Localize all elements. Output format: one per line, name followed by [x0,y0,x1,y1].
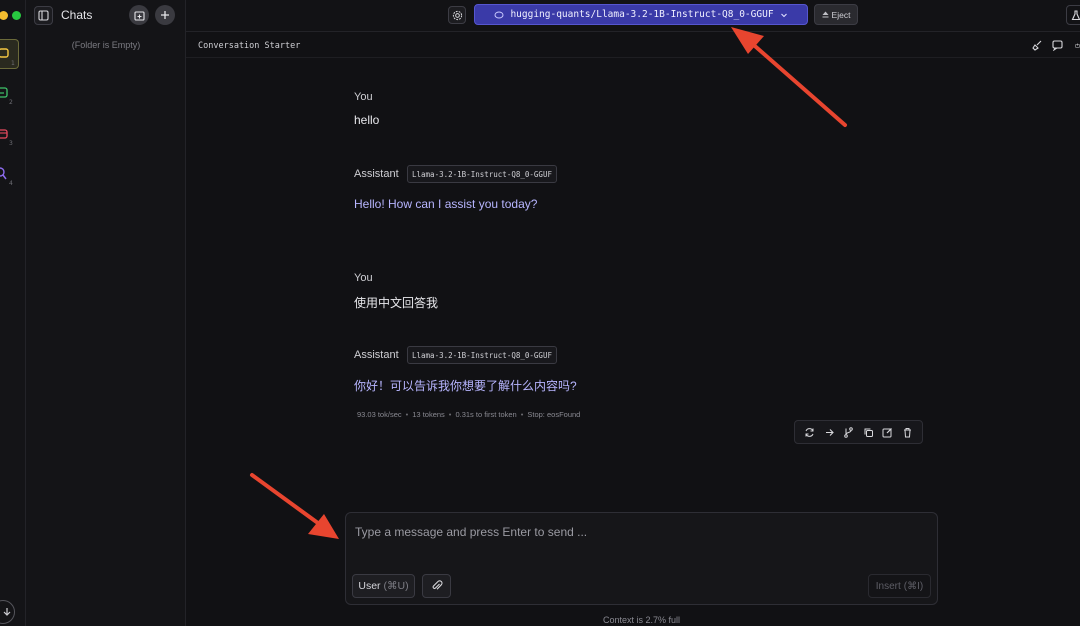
header-divider [186,57,1080,58]
clean-chat-button[interactable] [1031,39,1043,51]
message-role: Assistant [354,349,399,361]
rail-folder-button[interactable]: 3 [0,123,19,153]
assistant-message-text: Hello! How can I assist you today? [354,197,538,211]
generation-stats: 93.03 tok/sec • 13 tokens • 0.31s to fir… [357,410,580,419]
rail-chat-button[interactable]: 1 [0,39,19,69]
rail-terminal-button[interactable]: 2 [0,82,19,112]
message-role: You [354,91,373,103]
folder-empty-note: (Folder is Empty) [71,40,141,50]
message-role: You [354,272,373,284]
terminal-icon [0,87,8,98]
role-shortcut: (⌘U) [383,580,409,592]
paperclip-icon [432,580,442,590]
edit-icon [882,427,893,437]
chevron-down-icon [780,13,787,17]
download-button[interactable] [0,600,15,624]
plus-icon [161,11,169,19]
stat-separator: • [520,410,524,419]
window-zoom-button[interactable] [12,11,21,20]
delete-button[interactable] [900,425,914,439]
app-rail: 1 2 3 4 [0,0,26,626]
new-folder-button[interactable] [129,5,149,25]
broom-icon [1031,40,1041,51]
continue-button[interactable] [822,425,836,439]
regenerate-button[interactable] [803,425,817,439]
rail-number: 2 [9,99,13,106]
branch-button[interactable] [842,425,856,439]
trash-icon [903,427,911,437]
composer-arrow-annotation [250,473,339,539]
stat-separator: • [448,410,452,419]
new-chat-button[interactable] [155,5,175,25]
copy-icon [864,428,873,437]
flask-icon [1071,9,1080,20]
stat-speed: 93.03 tok/sec [357,410,402,419]
message-icon [1051,39,1063,51]
message-input[interactable]: Type a message and press Enter to send .… [355,525,587,539]
stat-tokens: 13 tokens [412,410,445,419]
model-selector-arrow-annotation [731,27,847,127]
gear-icon [452,10,462,20]
insert-shortcut: (⌘I) [903,580,924,592]
message-text: 使用中文回答我 [354,296,439,310]
context-usage: Context is 2.7% full [602,615,681,625]
insert-button[interactable]: Insert (⌘I) [868,574,931,598]
model-icon [494,11,504,18]
export-button[interactable] [1071,39,1080,51]
sidebar-title: Chats [61,8,93,22]
sidebar-icon [38,10,49,21]
message-model-tag: Llama-3.2-1B-Instruct-Q8_0-GGUF [407,346,557,364]
stat-stop-reason: Stop: eosFound [527,410,581,419]
rail-number: 4 [9,180,13,187]
role-label: User [358,580,381,592]
chat-icon [0,48,9,58]
refresh-icon [805,427,814,437]
window-minimize-button[interactable] [0,11,8,20]
branch-icon [844,426,854,438]
model-name: hugging-quants/Llama-3.2-1B-Instruct-Q8_… [510,9,774,20]
role-toggle-button[interactable]: User (⌘U) [352,574,415,598]
chats-sidebar: Chats (Folder is Empty) [26,0,186,626]
toggle-sidebar-button[interactable] [34,6,53,25]
edit-button[interactable] [881,425,895,439]
settings-button[interactable] [448,6,466,24]
chat-info-button[interactable] [1051,39,1063,51]
share-icon [1075,42,1080,48]
rail-search-button[interactable]: 4 [0,163,19,193]
download-icon [3,608,11,616]
message-composer[interactable]: Type a message and press Enter to send .… [345,512,938,605]
attach-button[interactable] [422,574,451,598]
insert-label: Insert [875,580,901,592]
arrow-right-icon [825,428,834,436]
assistant-message-text: 你好！可以告诉我你想要了解什么内容吗? [354,379,577,393]
model-selector[interactable]: hugging-quants/Llama-3.2-1B-Instruct-Q8_… [474,4,808,25]
message-actions [794,420,923,444]
experiment-button[interactable] [1066,5,1080,25]
message-model-tag: Llama-3.2-1B-Instruct-Q8_0-GGUF [407,165,557,183]
message-text: hello [354,113,380,127]
stat-first-token: 0.31s to first token [455,410,517,419]
copy-button[interactable] [861,425,875,439]
eject-icon [822,11,829,18]
folder-icon [0,129,8,139]
stat-separator: • [405,410,409,419]
eject-button[interactable]: Eject [814,4,858,25]
search-icon [0,167,7,180]
rail-number: 3 [9,140,13,147]
new-folder-icon [133,10,145,21]
conversation-title: Conversation Starter [198,41,301,51]
top-bar: hugging-quants/Llama-3.2-1B-Instruct-Q8_… [186,0,1080,32]
rail-number: 1 [11,60,15,67]
message-role: Assistant [354,168,399,180]
eject-label: Eject [831,9,851,20]
